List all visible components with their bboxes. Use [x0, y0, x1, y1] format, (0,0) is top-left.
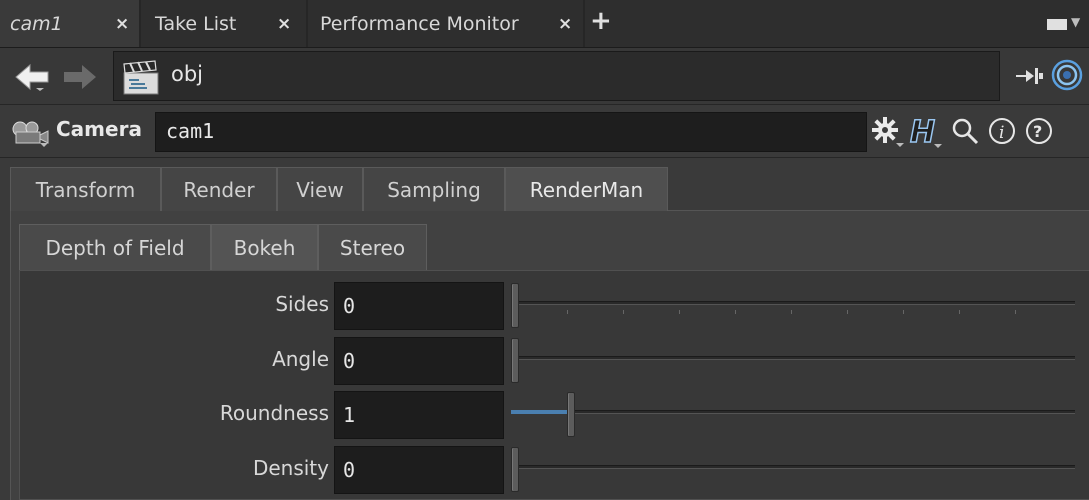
tab-cam1[interactable]: cam1 × [0, 0, 139, 47]
gear-icon[interactable] [870, 115, 904, 149]
arrow-left-icon[interactable] [14, 62, 52, 92]
tick [959, 310, 960, 314]
tick [847, 310, 848, 314]
angle-slider[interactable] [511, 336, 1075, 386]
tick [735, 310, 736, 314]
path-text: obj [171, 62, 204, 86]
slider-track [511, 301, 1075, 305]
info-icon[interactable]: i [987, 116, 1017, 146]
slider-fill [511, 410, 567, 414]
tab-close-icon[interactable]: × [277, 14, 291, 34]
tab-render[interactable]: Render [161, 167, 277, 211]
svg-text:i: i [999, 123, 1004, 143]
tick [623, 310, 624, 314]
tick [791, 310, 792, 314]
tab-label: Performance Monitor [320, 12, 519, 35]
roundness-field[interactable]: 1 [334, 391, 504, 439]
slider-track [511, 410, 1075, 414]
param-label: Density [252, 456, 329, 480]
parameter-folder-tabs: Transform Render View Sampling RenderMan [10, 167, 1089, 212]
param-label: Roundness [219, 401, 329, 425]
pin-icon[interactable] [1016, 66, 1044, 86]
tab-performance-monitor[interactable]: Performance Monitor × [308, 0, 583, 47]
sides-slider[interactable] [511, 281, 1075, 331]
path-bar: obj ▼ [0, 48, 1089, 105]
renderman-panel: Depth of Field Bokeh Stereo Sides 0 Angl… [10, 211, 1089, 500]
param-row-roundness: Roundness 1 [20, 390, 1089, 440]
search-icon[interactable] [950, 116, 980, 146]
tab-stereo[interactable]: Stereo [318, 224, 427, 270]
tick [567, 310, 568, 314]
tab-renderman[interactable]: RenderMan [505, 167, 668, 212]
new-tab-button[interactable]: + [590, 6, 612, 36]
tick [679, 310, 680, 314]
svg-text:?: ? [1033, 122, 1042, 141]
slider-handle[interactable] [567, 392, 575, 437]
tab-sampling[interactable]: Sampling [363, 167, 505, 211]
chevron-down-icon[interactable]: ▼ [1071, 15, 1080, 29]
tab-transform[interactable]: Transform [10, 167, 161, 211]
angle-field[interactable]: 0 [334, 337, 504, 385]
node-name-field[interactable]: cam1 [155, 112, 867, 152]
camera-node-icon[interactable] [10, 119, 50, 147]
tab-label: Take List [155, 12, 237, 35]
tick [903, 310, 904, 314]
node-header: Camera cam1 H i ? [0, 106, 1089, 158]
slider-ticks [511, 310, 1075, 315]
bokeh-parameters: Sides 0 Angle 0 Roundness 1 Density 0 [19, 270, 1089, 500]
density-field[interactable]: 0 [334, 446, 504, 494]
tab-close-icon[interactable]: × [115, 14, 129, 34]
pane-tab-bar: cam1 × Take List × Performance Monitor ×… [0, 0, 1089, 48]
tab-view[interactable]: View [277, 167, 363, 211]
slider-handle[interactable] [511, 338, 519, 383]
houdini-help-icon[interactable]: H [908, 114, 944, 150]
link-target-icon[interactable] [1051, 59, 1083, 91]
question-icon[interactable]: ? [1024, 116, 1054, 146]
path-field[interactable]: obj ▼ [113, 51, 1000, 101]
density-slider[interactable] [511, 445, 1075, 495]
slider-track [511, 356, 1075, 360]
pane-menu-icon[interactable] [1047, 19, 1067, 30]
arrow-right-icon[interactable] [62, 62, 100, 92]
svg-text:H: H [910, 115, 935, 150]
roundness-slider[interactable] [511, 390, 1075, 440]
slider-handle[interactable] [511, 283, 519, 328]
slider-track [511, 465, 1075, 469]
tab-bokeh[interactable]: Bokeh [211, 224, 318, 270]
tab-label: cam1 [10, 12, 63, 35]
node-type-label: Camera [56, 117, 142, 141]
slider-handle[interactable] [511, 447, 519, 492]
param-row-density: Density 0 [20, 445, 1089, 495]
tab-depth-of-field[interactable]: Depth of Field [19, 224, 211, 270]
tick [1015, 310, 1016, 314]
param-label: Angle [272, 347, 329, 371]
param-label: Sides [275, 292, 329, 316]
tab-divider [583, 0, 585, 47]
tab-take-list[interactable]: Take List × [141, 0, 306, 47]
param-row-sides: Sides 0 [20, 281, 1089, 331]
sides-field[interactable]: 0 [334, 282, 504, 330]
tab-close-icon[interactable]: × [558, 14, 572, 34]
clapperboard-icon [123, 60, 159, 95]
param-row-angle: Angle 0 [20, 336, 1089, 386]
